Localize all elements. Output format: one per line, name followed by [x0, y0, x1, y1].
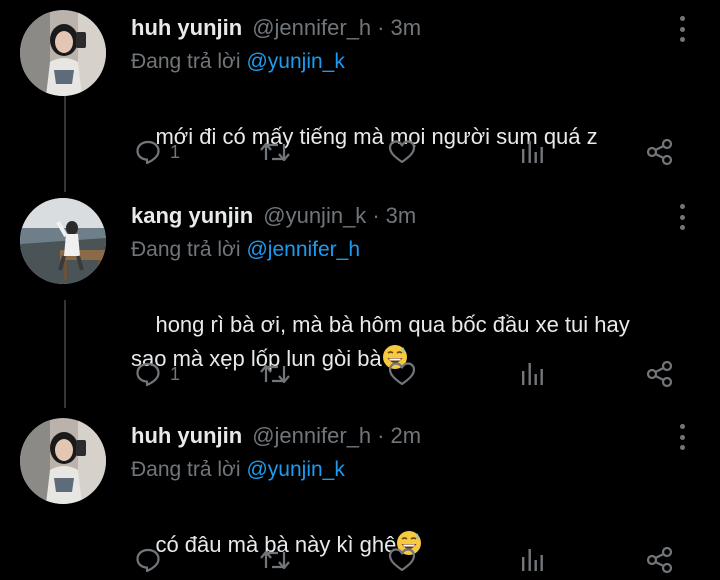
action-bar	[0, 544, 720, 576]
replying-to-label: Đang trả lời	[131, 458, 241, 481]
timestamp[interactable]: 2m	[391, 423, 422, 449]
separator: ·	[372, 203, 380, 228]
replying-to-handle[interactable]: @yunjin_k	[246, 50, 344, 73]
replying-to-label: Đang trả lời	[131, 238, 241, 261]
reply-icon	[134, 138, 162, 166]
separator: ·	[377, 15, 385, 40]
display-name[interactable]: huh yunjin	[131, 423, 242, 449]
like-button[interactable]	[387, 544, 417, 576]
tweet-text: hong rì bà ơi, mà bà hôm qua bốc đầu xe …	[131, 274, 630, 414]
user-handle[interactable]: @yunjin_k	[263, 203, 366, 229]
retweet-button[interactable]	[258, 136, 292, 168]
user-handle[interactable]: @jennifer_h	[252, 15, 371, 41]
share-button[interactable]	[645, 358, 675, 390]
replying-to-label: Đang trả lời	[131, 50, 241, 73]
timestamp[interactable]: 3m	[391, 15, 422, 41]
heart-icon	[387, 360, 417, 388]
like-button[interactable]	[387, 136, 417, 168]
analytics-button[interactable]	[519, 136, 545, 168]
analytics-icon	[519, 138, 545, 166]
action-bar: 1	[0, 136, 720, 168]
tweet[interactable]: huh yunjin @jennifer_h · 3m Đang trả lời…	[0, 10, 720, 190]
analytics-icon	[519, 360, 545, 388]
tweet-header: huh yunjin @jennifer_h · 2m	[131, 418, 421, 454]
retweet-icon	[258, 138, 292, 166]
share-icon	[645, 360, 675, 388]
reply-button[interactable]: 1	[134, 136, 180, 168]
analytics-icon	[519, 546, 545, 574]
reply-icon	[134, 546, 162, 574]
display-name[interactable]: huh yunjin	[131, 15, 242, 41]
retweet-icon	[258, 546, 292, 574]
reply-icon	[134, 360, 162, 388]
analytics-button[interactable]	[519, 358, 545, 390]
share-button[interactable]	[645, 544, 675, 576]
tweet[interactable]: kang yunjin @yunjin_k · 3m Đang trả lời @…	[0, 198, 720, 398]
separator: ·	[377, 423, 385, 448]
avatar[interactable]	[20, 198, 106, 284]
timestamp[interactable]: 3m	[386, 203, 417, 229]
tweet-header: kang yunjin @yunjin_k · 3m	[131, 198, 416, 234]
tweet[interactable]: huh yunjin @jennifer_h · 2m Đang trả lời…	[0, 418, 720, 580]
more-options-icon[interactable]	[678, 204, 686, 230]
action-bar: 1	[0, 358, 720, 390]
replying-to: Đang trả lời @jennifer_h	[131, 238, 360, 262]
display-name[interactable]: kang yunjin	[131, 203, 253, 229]
reply-button[interactable]	[134, 544, 170, 576]
reply-button[interactable]: 1	[134, 358, 180, 390]
replying-to: Đang trả lời @yunjin_k	[131, 50, 345, 74]
tweet-header: huh yunjin @jennifer_h · 3m	[131, 10, 421, 46]
user-handle[interactable]: @jennifer_h	[252, 423, 371, 449]
retweet-icon	[258, 360, 292, 388]
replying-to-handle[interactable]: @jennifer_h	[246, 238, 360, 261]
replying-to-handle[interactable]: @yunjin_k	[246, 458, 344, 481]
analytics-button[interactable]	[519, 544, 545, 576]
like-button[interactable]	[387, 358, 417, 390]
retweet-button[interactable]	[258, 544, 292, 576]
share-icon	[645, 546, 675, 574]
share-icon	[645, 138, 675, 166]
avatar[interactable]	[20, 418, 106, 504]
heart-icon	[387, 546, 417, 574]
retweet-button[interactable]	[258, 358, 292, 390]
avatar[interactable]	[20, 10, 106, 96]
heart-icon	[387, 138, 417, 166]
share-button[interactable]	[645, 136, 675, 168]
more-options-icon[interactable]	[678, 424, 686, 450]
reply-count: 1	[170, 141, 181, 162]
reply-count: 1	[170, 363, 181, 384]
more-options-icon[interactable]	[678, 16, 686, 42]
replying-to: Đang trả lời @yunjin_k	[131, 458, 345, 482]
